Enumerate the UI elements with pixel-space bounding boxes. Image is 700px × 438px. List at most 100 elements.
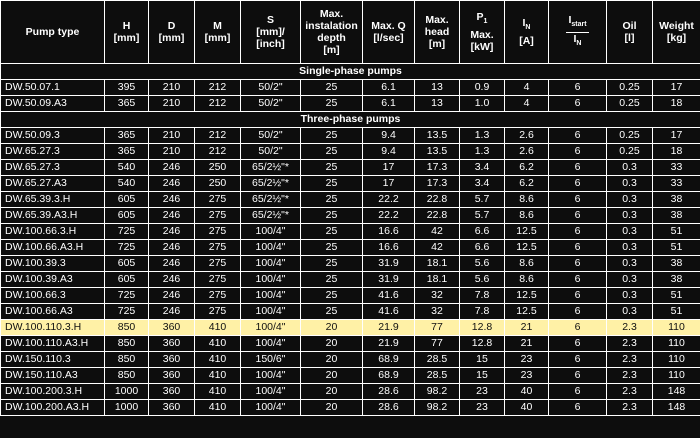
cell-m: 275 [194, 287, 241, 304]
cell-istart-ratio: 6 [548, 127, 607, 144]
cell-d: 246 [148, 207, 195, 224]
col-header-p1: P1 Max. [kW] [459, 0, 505, 64]
cell-oil: 0.3 [606, 255, 653, 272]
table-row: DW.150.110.3 850 360 410 150/6" 20 68.9 28.5 15 2… [0, 351, 700, 368]
cell-oil: 2.3 [606, 335, 653, 352]
cell-istart-ratio: 6 [548, 143, 607, 160]
cell-istart-ratio: 6 [548, 223, 607, 240]
cell-pump-type: DW.150.110.3 [0, 351, 105, 368]
cell-s: 150/6" [240, 351, 301, 368]
cell-pump-type: DW.100.66.A3.H [0, 239, 105, 256]
cell-weight: 110 [652, 335, 700, 352]
table-row: DW.100.66.3.H 725 246 275 100/4" 25 16.6 42 6.6 1… [0, 223, 700, 240]
pump-spec-table: Pump type H [mm] D [mm] M [mm] S [mm]/ [inch… [0, 0, 700, 416]
cell-max-q: 31.9 [362, 255, 415, 272]
cell-max-head: 13.5 [414, 143, 460, 160]
cell-oil: 0.3 [606, 223, 653, 240]
cell-h: 1000 [104, 399, 149, 416]
cell-depth: 25 [300, 175, 363, 192]
cell-oil: 0.3 [606, 191, 653, 208]
cell-s: 65/2½"* [240, 191, 301, 208]
cell-istart-ratio: 6 [548, 271, 607, 288]
cell-depth: 25 [300, 79, 363, 96]
cell-h: 850 [104, 367, 149, 384]
cell-s: 100/4" [240, 319, 301, 336]
cell-h: 725 [104, 303, 149, 320]
cell-in: 8.6 [504, 191, 549, 208]
col-header-h: H [mm] [104, 0, 149, 64]
cell-in: 21 [504, 319, 549, 336]
cell-max-q: 17 [362, 175, 415, 192]
cell-istart-ratio: 6 [548, 303, 607, 320]
cell-max-q: 31.9 [362, 271, 415, 288]
table-row: DW.100.66.A3.H 725 246 275 100/4" 25 16.6 42 6.6… [0, 239, 700, 256]
cell-p1: 23 [459, 383, 505, 400]
cell-d: 246 [148, 255, 195, 272]
cell-p1: 12.8 [459, 335, 505, 352]
cell-s: 50/2" [240, 95, 301, 112]
cell-m: 275 [194, 239, 241, 256]
cell-m: 275 [194, 271, 241, 288]
header-row: Pump type H [mm] D [mm] M [mm] S [mm]/ [inch… [0, 0, 700, 64]
cell-istart-ratio: 6 [548, 79, 607, 96]
cell-depth: 25 [300, 271, 363, 288]
cell-h: 395 [104, 79, 149, 96]
cell-d: 360 [148, 383, 195, 400]
cell-pump-type: DW.65.27.3 [0, 143, 105, 160]
cell-in: 4 [504, 95, 549, 112]
cell-h: 725 [104, 239, 149, 256]
cell-h: 605 [104, 255, 149, 272]
cell-s: 100/4" [240, 367, 301, 384]
cell-p1: 1.3 [459, 127, 505, 144]
cell-weight: 110 [652, 319, 700, 336]
col-header-max-q: Max. Q [l/sec] [362, 0, 415, 64]
cell-depth: 20 [300, 351, 363, 368]
cell-weight: 38 [652, 191, 700, 208]
cell-weight: 18 [652, 95, 700, 112]
cell-h: 1000 [104, 383, 149, 400]
cell-istart-ratio: 6 [548, 383, 607, 400]
cell-s: 50/2" [240, 79, 301, 96]
cell-max-head: 13.5 [414, 127, 460, 144]
cell-p1: 5.7 [459, 207, 505, 224]
cell-pump-type: DW.100.66.A3 [0, 303, 105, 320]
cell-s: 100/4" [240, 303, 301, 320]
cell-h: 850 [104, 319, 149, 336]
table-row: DW.100.39.3 605 246 275 100/4" 25 31.9 18.1 5.6 8… [0, 255, 700, 272]
cell-d: 360 [148, 319, 195, 336]
cell-depth: 25 [300, 303, 363, 320]
spec-table-panel: Pump type H [mm] D [mm] M [mm] S [mm]/ [inch… [0, 0, 700, 438]
table-row: DW.50.09.A3 365 210 212 50/2" 25 6.1 13 1.0 4 6 0.2… [0, 95, 700, 112]
cell-max-head: 32 [414, 287, 460, 304]
cell-h: 605 [104, 207, 149, 224]
cell-max-head: 32 [414, 303, 460, 320]
cell-d: 246 [148, 287, 195, 304]
section-title-single-phase: Single-phase pumps [0, 63, 700, 80]
cell-pump-type: DW.150.110.A3 [0, 367, 105, 384]
cell-max-q: 21.9 [362, 335, 415, 352]
cell-pump-type: DW.65.39.3.H [0, 191, 105, 208]
cell-in: 2.6 [504, 143, 549, 160]
cell-in: 40 [504, 399, 549, 416]
cell-istart-ratio: 6 [548, 367, 607, 384]
cell-pump-type: DW.65.39.A3.H [0, 207, 105, 224]
cell-max-q: 6.1 [362, 79, 415, 96]
cell-d: 246 [148, 271, 195, 288]
cell-max-head: 17.3 [414, 175, 460, 192]
col-header-depth: Max. instalation depth [m] [300, 0, 363, 64]
cell-oil: 0.3 [606, 207, 653, 224]
cell-s: 65/2½"* [240, 159, 301, 176]
table-row: DW.100.66.3 725 246 275 100/4" 25 41.6 32 7.8 12.… [0, 287, 700, 304]
cell-h: 605 [104, 271, 149, 288]
cell-oil: 2.3 [606, 399, 653, 416]
table-row: DW.50.09.3 365 210 212 50/2" 25 9.4 13.5 1.3 2.6 6… [0, 127, 700, 144]
cell-p1: 5.6 [459, 271, 505, 288]
cell-d: 210 [148, 79, 195, 96]
cell-max-head: 18.1 [414, 271, 460, 288]
table-row: DW.100.110.A3.H 850 360 410 100/4" 20 21.9 77 12… [0, 335, 700, 352]
table-row: DW.65.39.A3.H 605 246 275 65/2½"* 25 22.2 22.8 5… [0, 207, 700, 224]
cell-depth: 25 [300, 223, 363, 240]
cell-d: 360 [148, 351, 195, 368]
cell-s: 100/4" [240, 223, 301, 240]
cell-max-q: 16.6 [362, 223, 415, 240]
